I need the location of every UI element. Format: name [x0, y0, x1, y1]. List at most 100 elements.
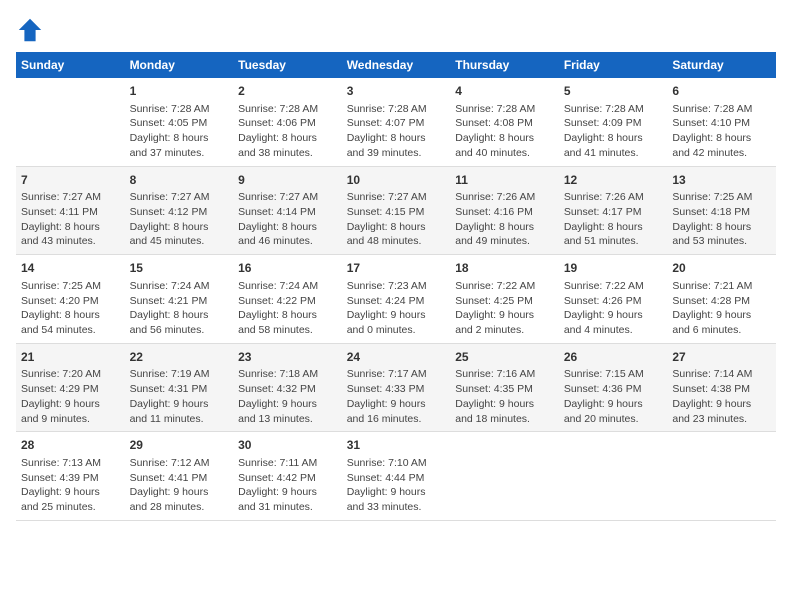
day-number: 21	[21, 349, 120, 366]
day-info: Sunrise: 7:20 AM Sunset: 4:29 PM Dayligh…	[21, 367, 120, 426]
weekday-header-saturday: Saturday	[667, 52, 776, 78]
calendar-cell: 7Sunrise: 7:27 AM Sunset: 4:11 PM Daylig…	[16, 166, 125, 255]
day-info: Sunrise: 7:21 AM Sunset: 4:28 PM Dayligh…	[672, 279, 771, 338]
calendar-table: SundayMondayTuesdayWednesdayThursdayFrid…	[16, 52, 776, 521]
calendar-cell: 23Sunrise: 7:18 AM Sunset: 4:32 PM Dayli…	[233, 343, 342, 432]
day-number: 22	[130, 349, 229, 366]
day-info: Sunrise: 7:10 AM Sunset: 4:44 PM Dayligh…	[347, 456, 446, 515]
day-number: 27	[672, 349, 771, 366]
weekday-header-monday: Monday	[125, 52, 234, 78]
weekday-header-sunday: Sunday	[16, 52, 125, 78]
calendar-cell: 27Sunrise: 7:14 AM Sunset: 4:38 PM Dayli…	[667, 343, 776, 432]
weekday-header-thursday: Thursday	[450, 52, 559, 78]
calendar-cell: 5 Sunrise: 7:28 AM Sunset: 4:09 PM Daylig…	[559, 78, 668, 166]
calendar-week-row: 21Sunrise: 7:20 AM Sunset: 4:29 PM Dayli…	[16, 343, 776, 432]
calendar-cell	[450, 432, 559, 521]
day-info: Sunrise: 7:25 AM Sunset: 4:18 PM Dayligh…	[672, 190, 771, 249]
day-number: 30	[238, 437, 337, 454]
day-info: Sunrise: 7:15 AM Sunset: 4:36 PM Dayligh…	[564, 367, 663, 426]
day-info: Sunrise: 7:27 AM Sunset: 4:15 PM Dayligh…	[347, 190, 446, 249]
day-info: Sunrise: 7:28 AM Sunset: 4:09 PM Dayligh…	[564, 102, 663, 161]
calendar-week-row: 28 Sunrise: 7:13 AM Sunset: 4:39 PM Dayli…	[16, 432, 776, 521]
day-info: Sunrise: 7:14 AM Sunset: 4:38 PM Dayligh…	[672, 367, 771, 426]
day-number: 13	[672, 172, 771, 189]
weekday-header-wednesday: Wednesday	[342, 52, 451, 78]
calendar-cell: 10Sunrise: 7:27 AM Sunset: 4:15 PM Dayli…	[342, 166, 451, 255]
day-number: 16	[238, 260, 337, 277]
calendar-cell: 9Sunrise: 7:27 AM Sunset: 4:14 PM Daylig…	[233, 166, 342, 255]
day-number: 3	[347, 83, 446, 100]
day-info: Sunrise: 7:25 AM Sunset: 4:20 PM Dayligh…	[21, 279, 120, 338]
calendar-cell: 29Sunrise: 7:12 AM Sunset: 4:41 PM Dayli…	[125, 432, 234, 521]
day-info: Sunrise: 7:26 AM Sunset: 4:17 PM Dayligh…	[564, 190, 663, 249]
calendar-cell: 14 Sunrise: 7:25 AM Sunset: 4:20 PM Dayli…	[16, 255, 125, 344]
weekday-header-row: SundayMondayTuesdayWednesdayThursdayFrid…	[16, 52, 776, 78]
calendar-cell: 30 Sunrise: 7:11 AM Sunset: 4:42 PM Dayli…	[233, 432, 342, 521]
day-number: 20	[672, 260, 771, 277]
day-info: Sunrise: 7:28 AM Sunset: 4:05 PM Dayligh…	[130, 102, 229, 161]
day-info: Sunrise: 7:26 AM Sunset: 4:16 PM Dayligh…	[455, 190, 554, 249]
calendar-cell: 22Sunrise: 7:19 AM Sunset: 4:31 PM Dayli…	[125, 343, 234, 432]
weekday-header-tuesday: Tuesday	[233, 52, 342, 78]
weekday-header-friday: Friday	[559, 52, 668, 78]
calendar-week-row: 14 Sunrise: 7:25 AM Sunset: 4:20 PM Dayli…	[16, 255, 776, 344]
day-number: 9	[238, 172, 337, 189]
day-number: 10	[347, 172, 446, 189]
day-number: 2	[238, 83, 337, 100]
day-info: Sunrise: 7:18 AM Sunset: 4:32 PM Dayligh…	[238, 367, 337, 426]
day-info: Sunrise: 7:27 AM Sunset: 4:14 PM Dayligh…	[238, 190, 337, 249]
calendar-week-row: 1Sunrise: 7:28 AM Sunset: 4:05 PM Daylig…	[16, 78, 776, 166]
day-number: 7	[21, 172, 120, 189]
day-info: Sunrise: 7:23 AM Sunset: 4:24 PM Dayligh…	[347, 279, 446, 338]
logo	[16, 16, 48, 44]
calendar-cell: 31 Sunrise: 7:10 AM Sunset: 4:44 PM Dayli…	[342, 432, 451, 521]
day-number: 11	[455, 172, 554, 189]
calendar-cell	[667, 432, 776, 521]
day-info: Sunrise: 7:27 AM Sunset: 4:12 PM Dayligh…	[130, 190, 229, 249]
calendar-cell: 11Sunrise: 7:26 AM Sunset: 4:16 PM Dayli…	[450, 166, 559, 255]
day-info: Sunrise: 7:19 AM Sunset: 4:31 PM Dayligh…	[130, 367, 229, 426]
day-number: 15	[130, 260, 229, 277]
day-number: 5	[564, 83, 663, 100]
day-number: 6	[672, 83, 771, 100]
day-number: 12	[564, 172, 663, 189]
calendar-cell: 4 Sunrise: 7:28 AM Sunset: 4:08 PM Daylig…	[450, 78, 559, 166]
calendar-cell: 24Sunrise: 7:17 AM Sunset: 4:33 PM Dayli…	[342, 343, 451, 432]
day-info: Sunrise: 7:24 AM Sunset: 4:21 PM Dayligh…	[130, 279, 229, 338]
day-number: 17	[347, 260, 446, 277]
day-info: Sunrise: 7:28 AM Sunset: 4:07 PM Dayligh…	[347, 102, 446, 161]
day-number: 4	[455, 83, 554, 100]
day-number: 23	[238, 349, 337, 366]
day-number: 25	[455, 349, 554, 366]
day-number: 24	[347, 349, 446, 366]
day-info: Sunrise: 7:24 AM Sunset: 4:22 PM Dayligh…	[238, 279, 337, 338]
calendar-cell: 20 Sunrise: 7:21 AM Sunset: 4:28 PM Dayli…	[667, 255, 776, 344]
day-info: Sunrise: 7:11 AM Sunset: 4:42 PM Dayligh…	[238, 456, 337, 515]
calendar-cell: 1Sunrise: 7:28 AM Sunset: 4:05 PM Daylig…	[125, 78, 234, 166]
calendar-cell: 21Sunrise: 7:20 AM Sunset: 4:29 PM Dayli…	[16, 343, 125, 432]
calendar-cell: 18Sunrise: 7:22 AM Sunset: 4:25 PM Dayli…	[450, 255, 559, 344]
calendar-cell: 15 Sunrise: 7:24 AM Sunset: 4:21 PM Dayli…	[125, 255, 234, 344]
day-info: Sunrise: 7:28 AM Sunset: 4:06 PM Dayligh…	[238, 102, 337, 161]
day-info: Sunrise: 7:27 AM Sunset: 4:11 PM Dayligh…	[21, 190, 120, 249]
day-info: Sunrise: 7:22 AM Sunset: 4:25 PM Dayligh…	[455, 279, 554, 338]
calendar-cell	[16, 78, 125, 166]
day-info: Sunrise: 7:16 AM Sunset: 4:35 PM Dayligh…	[455, 367, 554, 426]
calendar-cell: 28 Sunrise: 7:13 AM Sunset: 4:39 PM Dayli…	[16, 432, 125, 521]
calendar-week-row: 7Sunrise: 7:27 AM Sunset: 4:11 PM Daylig…	[16, 166, 776, 255]
day-info: Sunrise: 7:28 AM Sunset: 4:08 PM Dayligh…	[455, 102, 554, 161]
calendar-cell: 25Sunrise: 7:16 AM Sunset: 4:35 PM Dayli…	[450, 343, 559, 432]
day-info: Sunrise: 7:13 AM Sunset: 4:39 PM Dayligh…	[21, 456, 120, 515]
day-number: 14	[21, 260, 120, 277]
calendar-cell: 3 Sunrise: 7:28 AM Sunset: 4:07 PM Daylig…	[342, 78, 451, 166]
calendar-cell: 6Sunrise: 7:28 AM Sunset: 4:10 PM Daylig…	[667, 78, 776, 166]
calendar-cell: 13Sunrise: 7:25 AM Sunset: 4:18 PM Dayli…	[667, 166, 776, 255]
calendar-cell: 12Sunrise: 7:26 AM Sunset: 4:17 PM Dayli…	[559, 166, 668, 255]
day-number: 29	[130, 437, 229, 454]
page-header	[16, 16, 776, 44]
day-info: Sunrise: 7:22 AM Sunset: 4:26 PM Dayligh…	[564, 279, 663, 338]
day-number: 31	[347, 437, 446, 454]
day-info: Sunrise: 7:17 AM Sunset: 4:33 PM Dayligh…	[347, 367, 446, 426]
logo-icon	[16, 16, 44, 44]
day-number: 28	[21, 437, 120, 454]
